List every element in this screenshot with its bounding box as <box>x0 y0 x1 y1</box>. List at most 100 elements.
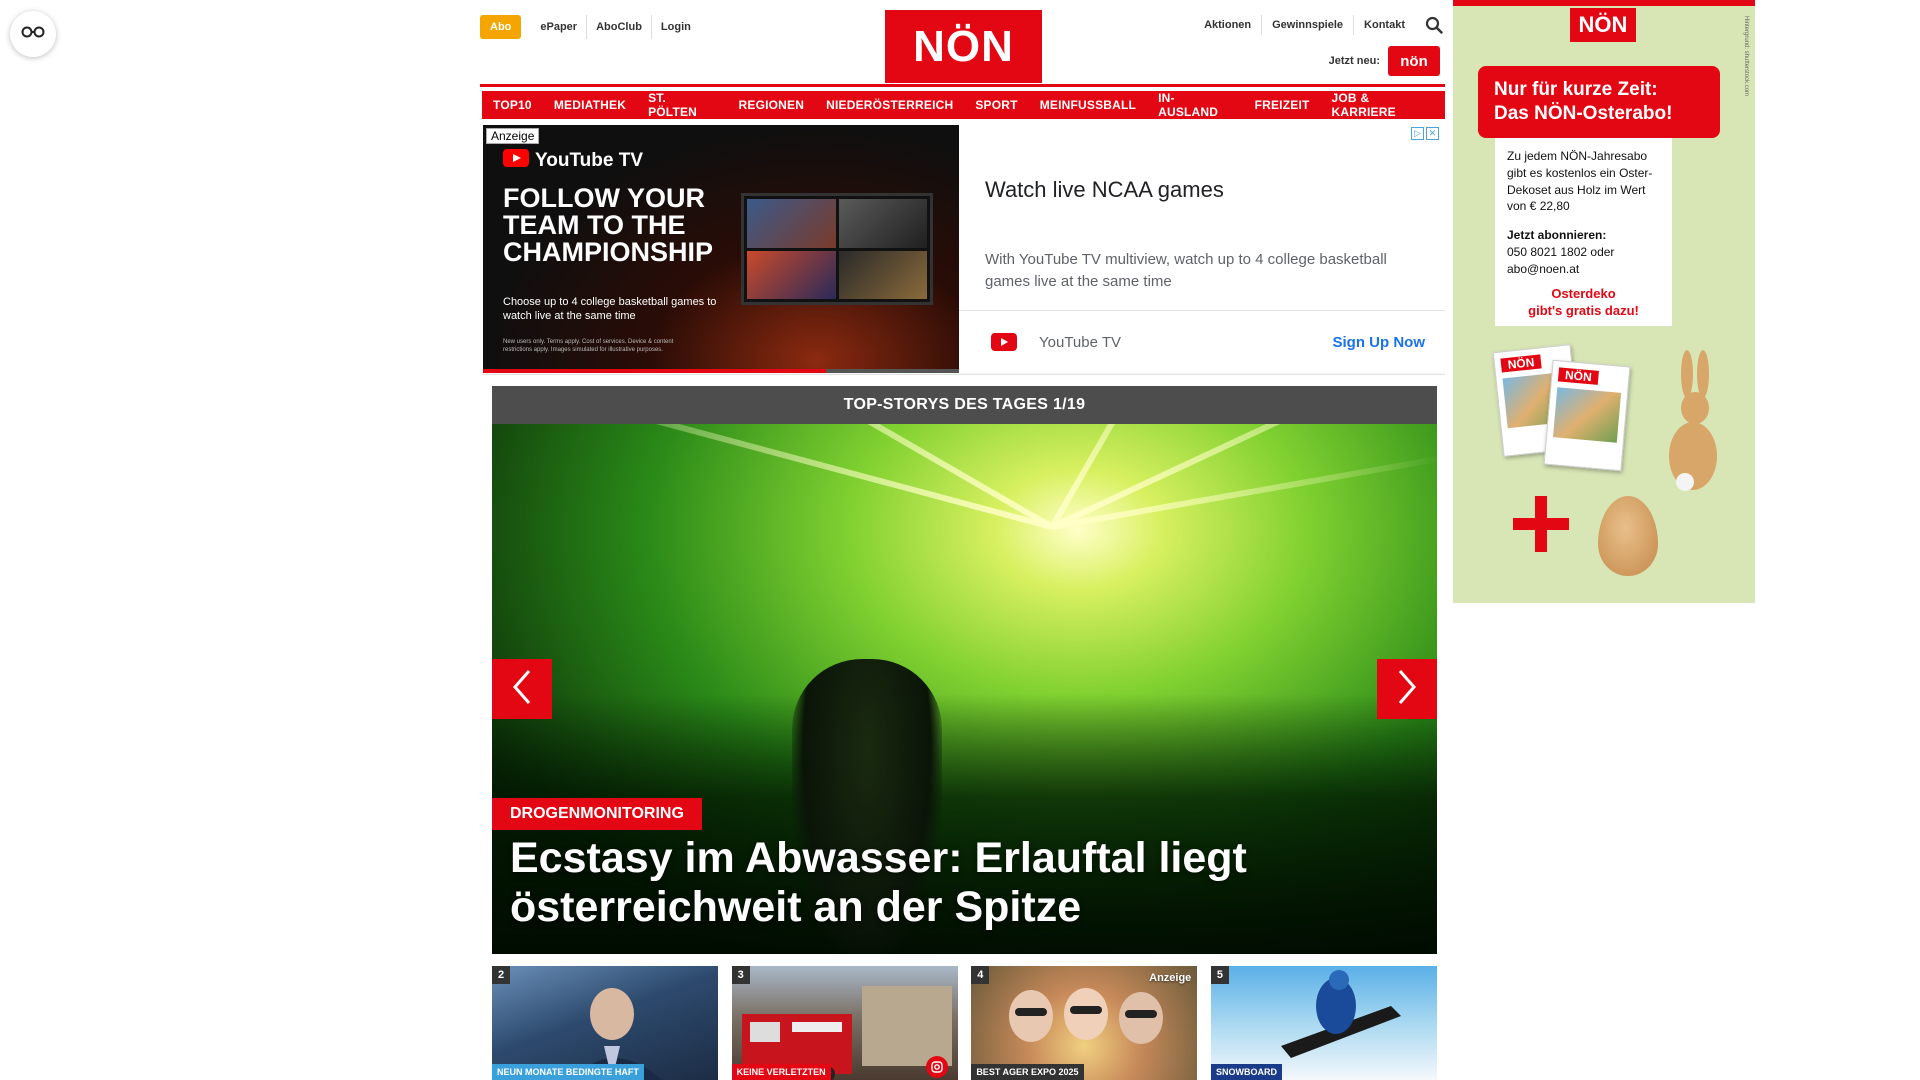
story-thumbnail[interactable]: 3 KEINE VERLETZTEN <box>731 966 958 1080</box>
epaper-link[interactable]: ePaper <box>531 15 586 39</box>
skyscraper-ad[interactable]: NÖN Hintergrund: shutterstock.com Nur fü… <box>1453 0 1755 603</box>
ad-creative-headline: FOLLOW YOUR TEAM TO THE CHAMPIONSHIP <box>503 183 714 267</box>
youtube-tv-brand: YouTube TV <box>535 150 644 171</box>
sky-ad-banner-line: Nur für kurze Zeit: <box>1494 79 1658 100</box>
sky-ad-deko-line: gibt's gratis dazu! <box>1528 302 1639 318</box>
story-kicker[interactable]: DROGENMONITORING <box>492 798 702 830</box>
magazine-image <box>1552 387 1622 443</box>
chevron-left-icon <box>511 669 533 710</box>
instagram-icon <box>925 1056 948 1078</box>
top-story-hero[interactable]: DROGENMONITORING Ecstasy im Abwasser: Er… <box>492 424 1437 954</box>
light-ray <box>1051 454 1437 530</box>
nav-item-in-ausland[interactable]: IN-AUSLAND <box>1147 91 1244 119</box>
ad-text-panel[interactable]: ▷ ✕ Watch live NCAA games With YouTube T… <box>959 125 1445 373</box>
login-link[interactable]: Login <box>650 15 700 39</box>
jetzt-neu-badge[interactable]: nön <box>1388 46 1440 76</box>
top-stories-slider: TOP-STORYS DES TAGES 1/19 DROGENMONITORI… <box>492 386 1437 954</box>
site-header: Abo ePaper AboClub Login NÖN Aktionen Ge… <box>480 0 1445 86</box>
light-ray <box>600 424 1054 530</box>
ad-choices[interactable]: ▷ ✕ <box>1411 127 1439 140</box>
ad-banner[interactable]: Anzeige YouTube TV FOLLOW YOUR TEAM TO T… <box>483 125 1445 375</box>
ad-progress-fill <box>483 369 826 373</box>
abo-button[interactable]: Abo <box>480 15 522 39</box>
site-logo[interactable]: NÖN <box>885 10 1042 83</box>
magazine-cover: NÖN <box>1543 359 1631 472</box>
ad-advertiser: YouTube TV <box>1039 333 1122 351</box>
nav-item-st-poelten[interactable]: ST. PÖLTEN <box>637 91 728 119</box>
wooden-egg-image <box>1598 496 1658 576</box>
story-headline[interactable]: Ecstasy im Abwasser: Erlauftal liegt öst… <box>510 834 1390 933</box>
sky-ad-credit: Hintergrund: shutterstock.com <box>1743 16 1749 97</box>
thumbnail-image <box>1280 970 1401 1058</box>
ad-tv-multiview <box>741 193 933 305</box>
sky-ad-deko-line: Osterdeko <box>1551 286 1616 301</box>
wooden-bunny-image <box>1663 346 1723 496</box>
nav-item-job-karriere[interactable]: JOB & KARRIERE <box>1320 91 1445 119</box>
ad-label: Anzeige <box>486 128 540 144</box>
nav-item-niederoesterreich[interactable]: NIEDERÖSTERREICH <box>815 91 965 119</box>
slider-prev-button[interactable] <box>492 659 552 719</box>
thumbnail-tag: NEUN MONATE BEDINGTE HAFT <box>492 1064 644 1080</box>
thumbnail-anzeige-label: Anzeige <box>1149 972 1192 984</box>
ad-close-icon[interactable]: ✕ <box>1426 127 1439 140</box>
story-thumbnail[interactable]: 2 NEUN MONATE BEDINGTE HAFT <box>492 966 718 1080</box>
ad-progress-bar <box>483 369 959 373</box>
aboclub-link[interactable]: AboClub <box>586 15 651 39</box>
ad-footer: YouTube TV Sign Up Now <box>959 310 1445 373</box>
header-left-links: Abo ePaper AboClub Login <box>480 15 700 39</box>
sky-ad-contact: 050 8021 1802 oder abo@noen.at <box>1507 244 1615 276</box>
sky-ad-deko: Osterdeko gibt's gratis dazu! <box>1495 282 1672 326</box>
ad-tv-screen <box>838 250 927 299</box>
chevron-right-icon <box>1396 669 1418 710</box>
story-thumbnail[interactable]: 4 Anzeige BEST AGER EXPO 2025 <box>971 966 1198 1080</box>
plus-icon <box>1513 496 1569 552</box>
nav-item-freizeit[interactable]: FREIZEIT <box>1243 91 1321 119</box>
youtube-tv-logo: YouTube TV <box>503 149 643 173</box>
sky-ad-offer-text: Zu jedem NÖN-Jahresabo gibt es kostenlos… <box>1507 149 1653 214</box>
header-divider <box>480 84 1445 87</box>
main-nav: TOP10 MEDIATHEK ST. PÖLTEN REGIONEN NIED… <box>482 91 1445 119</box>
thumbnail-tag: SNOWBOARD <box>1210 1064 1282 1080</box>
thumbnail-number: 5 <box>1210 966 1229 984</box>
kontakt-link[interactable]: Kontakt <box>1353 15 1415 35</box>
story-thumbnail[interactable]: 5 SNOWBOARD <box>1210 966 1437 1080</box>
nav-item-top10[interactable]: TOP10 <box>482 91 543 119</box>
nav-item-meinfussball[interactable]: MEINFUSSBALL <box>1028 91 1148 119</box>
story-thumbnails: 2 NEUN MONATE BEDINGTE HAFT 3 KEINE VERL… <box>492 966 1437 1080</box>
jetzt-neu-label: Jetzt neu: <box>1328 55 1380 67</box>
sky-ad-banner-line: Das NÖN-Osterabo! <box>1494 102 1673 124</box>
ad-cta-button[interactable]: Sign Up Now <box>1333 334 1426 351</box>
sky-ad-banner: Nur für kurze Zeit: Das NÖN-Osterabo! <box>1478 66 1720 138</box>
sky-ad-logo: NÖN <box>1570 8 1636 42</box>
magazine-logo: NÖN <box>1557 367 1599 385</box>
youtube-icon <box>503 149 529 173</box>
nav-item-sport[interactable]: SPORT <box>964 91 1029 119</box>
ad-tv-screen <box>838 199 927 248</box>
ad-description: With YouTube TV multiview, watch up to 4… <box>985 251 1387 290</box>
thumbnail-image <box>572 988 662 1080</box>
thumbnail-number: 2 <box>492 966 510 984</box>
search-icon[interactable] <box>1423 14 1445 36</box>
sky-ad-note: Zu jedem NÖN-Jahresabo gibt es kostenlos… <box>1495 138 1672 288</box>
nav-item-regionen[interactable]: REGIONEN <box>727 91 816 119</box>
ad-title[interactable]: Watch live NCAA games <box>985 177 1224 203</box>
slider-next-button[interactable] <box>1377 659 1437 719</box>
ad-fine-print: New users only. Terms apply. Cost of ser… <box>503 339 674 353</box>
thumbnail-number: 4 <box>971 966 990 984</box>
jetzt-neu[interactable]: Jetzt neu: nön <box>1329 46 1440 76</box>
aktionen-link[interactable]: Aktionen <box>1194 15 1261 35</box>
ad-creative-sub: Choose up to 4 college basketball games … <box>503 296 717 323</box>
thumbnail-image <box>741 986 952 1080</box>
ad-tv-screen <box>747 199 836 248</box>
magazine-logo: NÖN <box>1500 354 1542 373</box>
adchoices-icon[interactable]: ▷ <box>1411 127 1424 140</box>
gewinnspiele-link[interactable]: Gewinnspiele <box>1261 15 1353 35</box>
sky-ad-subscribe-label: Jetzt abonnieren: <box>1507 228 1607 243</box>
reader-mode-button[interactable] <box>10 11 56 57</box>
thumbnail-number: 3 <box>731 966 750 984</box>
sky-ad-magazines: NÖN NÖN <box>1492 338 1631 483</box>
glasses-icon <box>21 25 45 44</box>
nav-item-mediathek[interactable]: MEDIATHEK <box>542 91 638 119</box>
ad-creative[interactable]: Anzeige YouTube TV FOLLOW YOUR TEAM TO T… <box>483 125 959 373</box>
youtube-icon <box>991 333 1017 351</box>
